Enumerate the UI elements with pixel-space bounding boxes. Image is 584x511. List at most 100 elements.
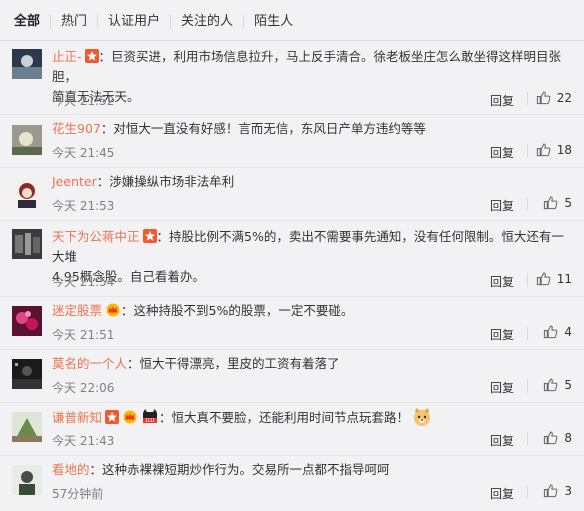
username-link[interactable]: Jeenter <box>52 174 97 189</box>
comment-time: 今天 21:43 <box>52 434 115 448</box>
thumbs-up-icon <box>536 143 551 157</box>
comment-content: ：这种持股不到5%的股票，一定不要碰。 <box>121 303 354 318</box>
comment-time: 今天 21:52 <box>52 94 115 108</box>
reply-button[interactable]: 回复 <box>490 144 514 161</box>
comment-time: 今天 22:06 <box>52 381 115 395</box>
like-count: 5 <box>564 377 572 392</box>
username-link[interactable]: 花生907 <box>52 121 101 136</box>
avatar-image <box>12 178 42 208</box>
comment-list: 止正- ：巨资买进，利用市场信息拉升，马上反手清合。徐老板坐庄怎么敢坐得这样明目张… <box>0 41 584 508</box>
divider <box>527 144 528 158</box>
avatar-image <box>12 306 42 336</box>
comment-item: 止正- ：巨资买进，利用市场信息拉升，马上反手清合。徐老板坐庄怎么敢坐得这样明目张… <box>0 41 584 115</box>
divider <box>527 273 528 287</box>
like-button[interactable]: 5 <box>543 195 572 210</box>
avatar[interactable] <box>12 359 42 389</box>
avatar[interactable] <box>12 306 42 336</box>
thumbs-up-icon <box>544 484 558 498</box>
like-button[interactable]: 22 <box>536 90 572 105</box>
comment-time: 今天 21:53 <box>52 199 115 213</box>
avatar-image <box>12 49 42 79</box>
avatar[interactable] <box>12 465 42 495</box>
comment-content: ：涉嫌操纵市场非法牟利 <box>96 174 235 189</box>
reply-button[interactable]: 回复 <box>490 326 514 343</box>
crown-icon <box>106 303 120 317</box>
crown-icon <box>123 410 137 424</box>
comment-text: 莫名的一个人：恒大干得漂亮，里皮的工资有着落了 <box>52 354 570 374</box>
reply-button[interactable]: 回复 <box>490 379 514 396</box>
avatar[interactable] <box>12 125 42 155</box>
divider <box>527 326 528 340</box>
comment-time: 今天 21:51 <box>52 328 115 342</box>
like-count: 5 <box>564 195 572 210</box>
comment-item: Jeenter：涉嫌操纵市场非法牟利 今天 21:53 回复 5 <box>0 168 584 221</box>
comment-item: 天下为公蒋中正 ：持股比例不满5%的，卖出不需要事先通知，没有任何限制。恒大还有一… <box>0 221 584 297</box>
comment-time: 今天 21:45 <box>52 146 115 160</box>
username-link[interactable]: 天下为公蒋中正 <box>52 229 140 244</box>
thumbs-up-icon <box>544 196 558 210</box>
username-link[interactable]: 看地的 <box>52 462 90 477</box>
comment-item: 莫名的一个人：恒大干得漂亮，里皮的工资有着落了 今天 22:06 回复 5 <box>0 350 584 403</box>
comment-time: 57分钟前 <box>52 487 104 501</box>
reply-button[interactable]: 回复 <box>490 92 514 109</box>
like-count: 18 <box>556 142 572 157</box>
star-icon <box>105 410 120 424</box>
comment-item: 迷定股票 ：这种持股不到5%的股票，一定不要碰。 今天 21:51 回复 4 <box>0 297 584 350</box>
like-count: 8 <box>564 430 572 445</box>
comment-text: 花生907：对恒大一直没有好感！言而无信，东风日产单方违约等等 <box>52 119 570 139</box>
thumbs-up-icon <box>536 272 551 286</box>
tab-following[interactable]: 关注的人 <box>170 15 243 29</box>
like-button[interactable]: 18 <box>536 142 572 157</box>
comment-content: ：这种赤裸裸短期炒作行为。交易所一点都不指导呵呵 <box>89 462 390 477</box>
comment-text: 看地的：这种赤裸裸短期炒作行为。交易所一点都不指导呵呵 <box>52 460 570 480</box>
cat-icon: 1111 <box>143 409 158 424</box>
username-link[interactable]: 莫名的一个人 <box>52 356 127 371</box>
avatar[interactable] <box>12 229 42 259</box>
comment-text: 迷定股票 ：这种持股不到5%的股票，一定不要碰。 <box>52 301 570 321</box>
filter-tabs: 全部 热门 认证用户 关注的人 陌生人 <box>0 0 584 44</box>
avatar[interactable] <box>12 49 42 79</box>
tab-strangers[interactable]: 陌生人 <box>243 15 303 29</box>
like-button[interactable]: 4 <box>543 324 572 339</box>
comment-text: 谦普新知 1111 ：恒大真不要脸，还能利用时间节点玩套路！ <box>52 407 570 428</box>
comment-content: ：恒大干得漂亮，里皮的工资有着落了 <box>127 356 340 371</box>
like-count: 11 <box>556 271 572 286</box>
reply-button[interactable]: 回复 <box>490 197 514 214</box>
doge-emoji-icon <box>414 408 431 426</box>
username-link[interactable]: 止正- <box>52 49 82 64</box>
reply-button[interactable]: 回复 <box>490 485 514 502</box>
comment-item: 花生907：对恒大一直没有好感！言而无信，东风日产单方违约等等 今天 21:45… <box>0 115 584 168</box>
reply-button[interactable]: 回复 <box>490 273 514 290</box>
thumbs-up-icon <box>544 431 558 445</box>
like-button[interactable]: 11 <box>536 271 572 286</box>
like-count: 3 <box>564 483 572 498</box>
username-link[interactable]: 迷定股票 <box>52 303 102 318</box>
avatar[interactable] <box>12 412 42 442</box>
comment-content: ：巨资买进，利用市场信息拉升，马上反手清合。徐老板坐庄怎么敢坐得这样明目张胆， <box>52 49 562 84</box>
like-count: 4 <box>564 324 572 339</box>
thumbs-up-icon <box>536 91 551 105</box>
like-count: 22 <box>556 90 572 105</box>
comment-item: 谦普新知 1111 ：恒大真不要脸，还能利用时间节点玩套路！ 今天 21:43 回复… <box>0 403 584 456</box>
avatar-image <box>12 229 42 259</box>
avatar-image <box>12 465 42 495</box>
divider <box>527 92 528 106</box>
tab-all[interactable]: 全部 <box>14 15 50 29</box>
like-button[interactable]: 3 <box>543 483 572 498</box>
reply-button[interactable]: 回复 <box>490 432 514 449</box>
avatar-image <box>12 412 42 442</box>
username-link[interactable]: 谦普新知 <box>52 410 102 425</box>
divider <box>527 379 528 393</box>
avatar[interactable] <box>12 178 42 208</box>
thumbs-up-icon <box>544 378 558 392</box>
comment-content: ：恒大真不要脸，还能利用时间节点玩套路！ <box>159 410 410 425</box>
tab-verified-users[interactable]: 认证用户 <box>97 15 170 29</box>
like-button[interactable]: 5 <box>543 377 572 392</box>
divider <box>527 432 528 446</box>
like-button[interactable]: 8 <box>543 430 572 445</box>
star-icon <box>142 229 157 243</box>
comment-text: Jeenter：涉嫌操纵市场非法牟利 <box>52 172 570 192</box>
divider <box>527 197 528 211</box>
tab-hot[interactable]: 热门 <box>50 15 97 29</box>
comment-item: 看地的：这种赤裸裸短期炒作行为。交易所一点都不指导呵呵 57分钟前 回复 3 <box>0 456 584 508</box>
